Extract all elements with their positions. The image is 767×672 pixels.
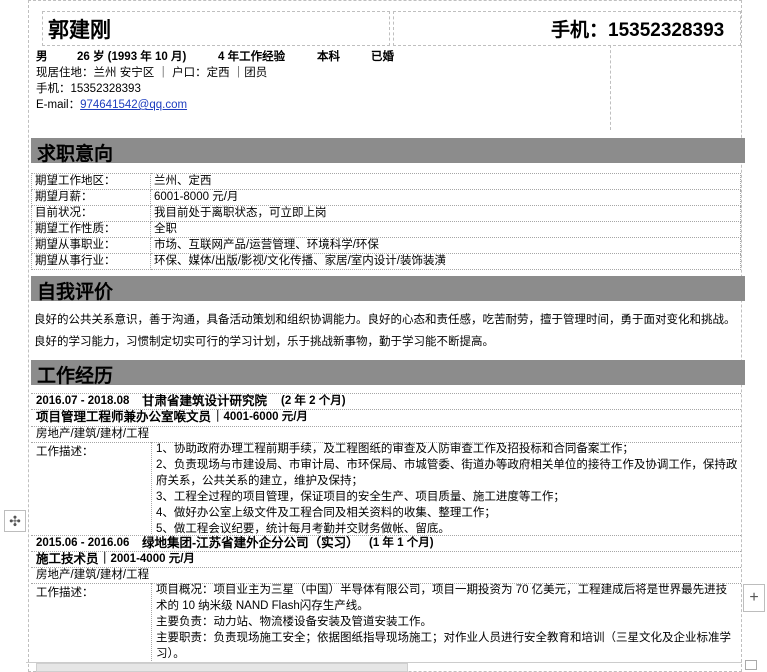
job-description: 项目概况：项目业主为三星（中国）半导体有限公司，项目一期投资为 70 亿美元，工…	[156, 582, 738, 662]
job-company: 绿地集团-江苏省建外企分公司（实习）	[142, 536, 359, 550]
residence: 现居住地：兰州 安宁区 ｜ 户口：定西 ｜团员	[36, 67, 268, 79]
self-evaluation-text: 良好的公共关系意识，善于沟通，具备活动策划和组织协调能力。良好的心态和责任感，吃…	[34, 314, 736, 348]
header-phone: 手机：15352328393	[551, 20, 725, 41]
section-intention-title: 求职意向	[37, 144, 114, 165]
gender: 男	[36, 51, 48, 63]
row-key: 期望工作性质：	[31, 221, 151, 238]
row-key: 目前状况：	[31, 205, 151, 222]
candidate-name: 郭建刚	[48, 19, 111, 42]
row-key: 期望月薪：	[31, 189, 151, 206]
move-icon[interactable]: ✣	[4, 510, 26, 532]
resize-handle-icon[interactable]	[745, 660, 757, 670]
job-desc-label: 工作描述：	[36, 446, 94, 458]
desc-line: 3、工程全过程的项目管理，保证项目的安全生产、项目质量、施工进度等工作；	[156, 491, 565, 503]
age: 26 岁 (1993 年 10 月)	[77, 51, 187, 63]
job-duration: (1 年 1 个月)	[369, 537, 434, 549]
section-work: 工作经历	[31, 360, 745, 387]
job-duration: (2 年 2 个月)	[281, 395, 346, 407]
section-self-evaluation: 自我评价	[31, 276, 745, 303]
row-value: 全职	[150, 221, 741, 238]
row-value: 环保、媒体/出版/影视/文化传播、家居/室内设计/装饰装潢	[150, 253, 741, 270]
row-value: 兰州、定西	[150, 173, 741, 190]
section-intention: 求职意向	[31, 138, 745, 165]
degree: 本科	[317, 51, 340, 63]
email-link[interactable]: 974641542@qq.com	[80, 99, 187, 111]
table-row: 期望工作性质： 全职	[31, 221, 741, 238]
job-description: 1、协助政府办理工程前期手续，及工程图纸的审查及人防审查工作及招投标和合同备案工…	[156, 441, 738, 537]
email-label: E-mail：	[36, 99, 81, 111]
table-row: 目前状况： 我目前处于离职状态，可立即上岗	[31, 205, 741, 222]
job-industry-row: 房地产/建筑/建材/工程	[31, 567, 741, 581]
add-icon[interactable]: +	[743, 584, 765, 612]
job-desc-label: 工作描述：	[36, 587, 94, 599]
job-position-row: 施工技术员 ｜2001-4000 元/月	[31, 551, 741, 566]
row-key: 期望从事职业：	[31, 237, 151, 254]
desc-line: 主要职责：负责现场施工安全；依据图纸指导现场施工；对作业人员进行安全教育和培训（…	[156, 632, 731, 660]
cell-divider	[151, 583, 152, 663]
photo-placeholder	[611, 45, 739, 130]
section-self-title: 自我评价	[37, 282, 114, 303]
desc-line: 主要负责：动力站、物流楼设备安装及管道安装工作。	[156, 616, 432, 628]
job-company: 甘肃省建筑设计研究院	[142, 394, 268, 408]
desc-line: 1、协助政府办理工程前期手续，及工程图纸的审查及人防审查工作及招投标和合同备案工…	[156, 443, 634, 455]
row-key: 期望从事行业：	[31, 253, 151, 270]
desc-line: 2、负责现场与市建设局、市审计局、市环保局、市城管委、街道办等政府相关单位的接待…	[156, 459, 738, 487]
row-value: 我目前处于离职状态，可立即上岗	[150, 205, 741, 222]
email-row: E-mail：974641542@qq.com	[36, 96, 187, 112]
job-position: 施工技术员	[36, 552, 99, 566]
desc-line: 4、做好办公室上级文件及工程合同及相关资料的收集、整理工作；	[156, 507, 496, 519]
mobile: 手机：15352328393	[36, 83, 141, 95]
job-salary: ｜2001-4000 元/月	[99, 553, 195, 565]
marital-status: 已婚	[371, 51, 394, 63]
cell-divider	[151, 442, 152, 534]
job-header: 2016.07 - 2018.08 甘肃省建筑设计研究院 (2 年 2 个月)	[31, 393, 741, 408]
job-industry: 房地产/建筑/建材/工程	[36, 428, 150, 440]
job-industry-row: 房地产/建筑/建材/工程	[31, 426, 741, 440]
intention-table: 期望工作地区： 兰州、定西 期望月薪： 6001-8000 元/月 目前状况： 我目前…	[31, 173, 741, 270]
scrollbar-thumb[interactable]	[36, 663, 408, 672]
table-row: 期望月薪： 6001-8000 元/月	[31, 189, 741, 206]
job-period: 2016.07 - 2018.08	[36, 395, 130, 407]
table-row: 期望从事行业： 环保、媒体/出版/影视/文化传播、家居/室内设计/装饰装潢	[31, 253, 741, 270]
job-period: 2015.06 - 2016.06	[36, 537, 130, 549]
table-row: 期望工作地区： 兰州、定西	[31, 173, 741, 190]
row-key: 期望工作地区：	[31, 173, 151, 190]
row-value: 6001-8000 元/月	[150, 189, 741, 206]
section-work-title: 工作经历	[37, 366, 114, 387]
job-salary: ｜4001-6000 元/月	[212, 411, 308, 423]
job-position: 项目管理工程师兼办公室喉文员	[36, 410, 212, 424]
row-value: 市场、互联网产品/运营管理、环境科学/环保	[150, 237, 741, 254]
desc-line: 项目概况：项目业主为三星（中国）半导体有限公司，项目一期投资为 70 亿美元，工…	[156, 584, 728, 612]
job-header: 2015.06 - 2016.06 绿地集团-江苏省建外企分公司（实习） (1 …	[31, 535, 741, 550]
job-industry: 房地产/建筑/建材/工程	[36, 569, 150, 581]
experience: 4 年工作经验	[218, 51, 286, 63]
job-position-row: 项目管理工程师兼办公室喉文员 ｜4001-6000 元/月	[31, 409, 741, 424]
table-row: 期望从事职业： 市场、互联网产品/运营管理、环境科学/环保	[31, 237, 741, 254]
